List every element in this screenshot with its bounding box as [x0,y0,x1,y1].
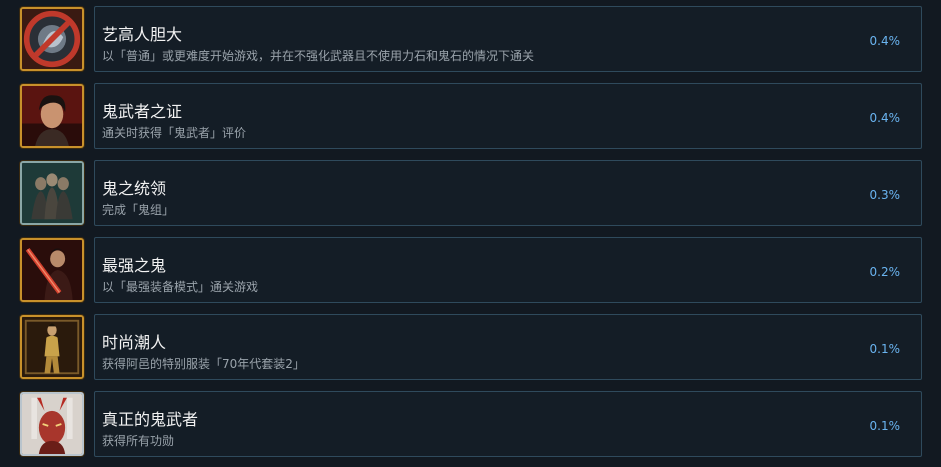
true-onimusha-icon [20,392,84,456]
achievement-row: 鬼武者之证 通关时获得「鬼武者」评价 0.4% [0,83,941,149]
achievement-title: 鬼之统领 [102,179,167,198]
achievement-description: 完成「鬼组」 [102,203,175,217]
achievement-row: 最强之鬼 以「最强装备模式」通关游戏 0.2% [0,237,941,303]
costume-figure-icon [20,315,84,379]
achievement-card: 鬼之统领 完成「鬼组」 0.3% [94,160,922,226]
warrior-portrait-icon [20,84,84,148]
achievement-unlock-percent: 0.3% [869,188,901,202]
achievement-description: 通关时获得「鬼武者」评价 [102,126,247,140]
achievement-description: 获得阿邑的特别服装「70年代套装2」 [102,357,305,371]
achievement-row: 真正的鬼武者 获得所有功勋 0.1% [0,391,941,457]
achievement-unlock-percent: 0.1% [869,419,901,433]
achievement-title: 艺高人胆大 [102,25,183,44]
achievement-description: 以「最强装备模式」通关游戏 [102,280,259,294]
achievement-card: 艺高人胆大 以「普通」或更难度开始游戏，并在不强化武器且不使用力石和鬼石的情况下… [94,6,922,72]
achievement-card: 真正的鬼武者 获得所有功勋 0.1% [94,391,922,457]
sword-wielder-icon [20,238,84,302]
achievement-card: 鬼武者之证 通关时获得「鬼武者」评价 0.4% [94,83,922,149]
oni-group-icon [20,161,84,225]
achievement-unlock-percent: 0.1% [869,342,901,356]
achievement-description: 获得所有功勋 [102,434,175,448]
achievement-row: 时尚潮人 获得阿邑的特别服装「70年代套装2」 0.1% [0,314,941,380]
crossed-dragon-emblem-icon [20,7,84,71]
achievement-list: 艺高人胆大 以「普通」或更难度开始游戏，并在不强化武器且不使用力石和鬼石的情况下… [0,0,941,467]
achievement-card: 最强之鬼 以「最强装备模式」通关游戏 0.2% [94,237,922,303]
achievement-card: 时尚潮人 获得阿邑的特别服装「70年代套装2」 0.1% [94,314,922,380]
achievement-unlock-percent: 0.4% [869,34,901,48]
achievement-description: 以「普通」或更难度开始游戏，并在不强化武器且不使用力石和鬼石的情况下通关 [102,49,535,63]
achievement-title: 真正的鬼武者 [102,410,199,429]
achievement-title: 时尚潮人 [102,333,167,352]
achievement-unlock-percent: 0.2% [869,265,901,279]
achievement-row: 鬼之统领 完成「鬼组」 0.3% [0,160,941,226]
achievement-unlock-percent: 0.4% [869,111,901,125]
achievement-title: 鬼武者之证 [102,102,183,121]
achievement-row: 艺高人胆大 以「普通」或更难度开始游戏，并在不强化武器且不使用力石和鬼石的情况下… [0,6,941,72]
achievement-title: 最强之鬼 [102,256,167,275]
